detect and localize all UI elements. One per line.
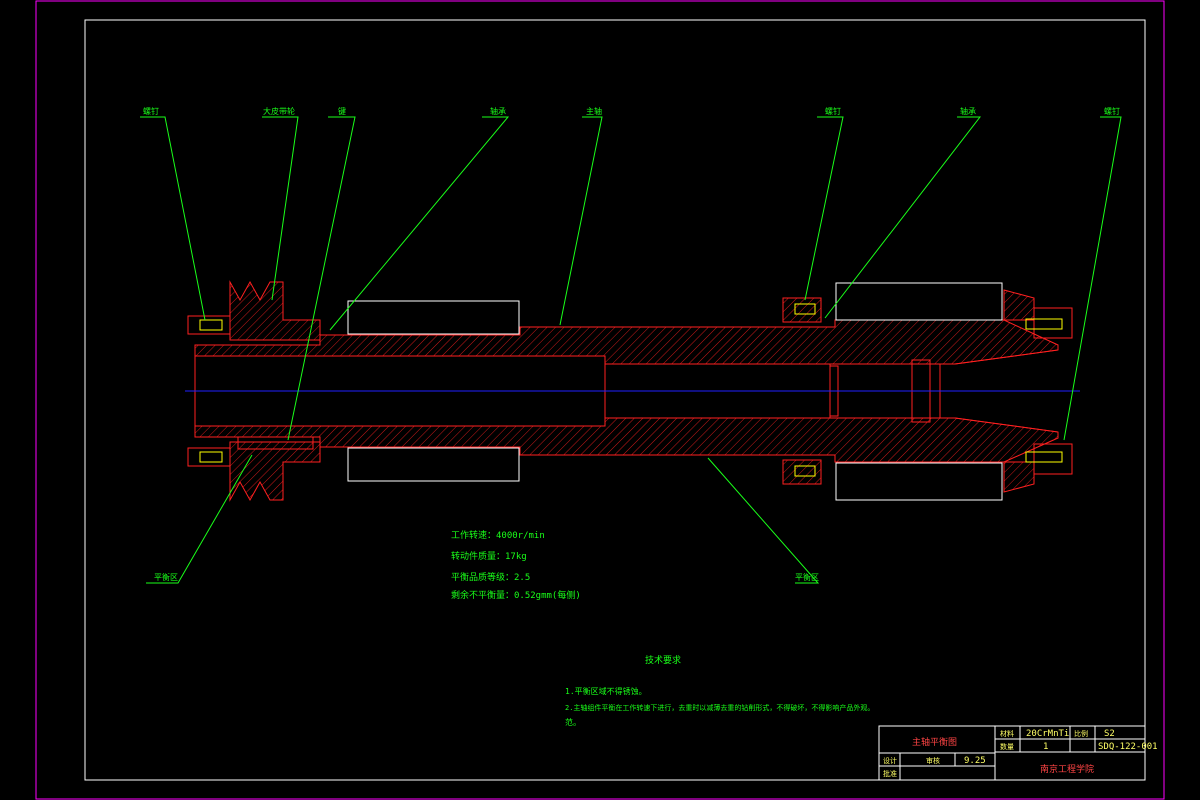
tb-scale: S2 xyxy=(1104,729,1115,739)
tb-qty-label: 数量 xyxy=(1000,742,1014,751)
tb-scale-label: 比例 xyxy=(1074,729,1088,738)
callout-sleeve: 大皮带轮 xyxy=(263,106,295,116)
spec-line-4: 剩余不平衡量：0.52gmm(每侧) xyxy=(451,589,581,601)
inner-frame xyxy=(84,19,1146,781)
spindle-assembly xyxy=(185,280,1080,502)
tb-approve-label: 批准 xyxy=(883,769,897,778)
tb-material-label: 材料 xyxy=(1000,729,1014,738)
bearing-right-upper xyxy=(835,282,1003,321)
callout-balance-right: 平衡区 xyxy=(795,572,819,582)
bearing-right-lower xyxy=(835,462,1003,501)
screw-left-lower xyxy=(187,447,231,467)
spec-line-2: 转动件质量：17kg xyxy=(451,550,527,562)
callout-screw-top-right: 螺钉 xyxy=(825,106,841,116)
callout-key: 键 xyxy=(338,106,346,116)
pulley-upper xyxy=(229,280,321,341)
callout-screw-top-left: 螺钉 xyxy=(143,106,159,116)
requirements-item-1: 1.平衡区域不得锈蚀。 xyxy=(565,686,647,696)
tb-drawing-name: 主轴平衡图 xyxy=(912,736,957,748)
nose-bolt-lower xyxy=(1033,443,1073,475)
callout-bearing-right: 轴承 xyxy=(960,106,976,116)
screw-left-upper-head xyxy=(199,319,223,331)
requirements-item-2: 2.主轴组件平衡在工作转速下进行，去重时以减薄去重的钻削形式，不得破坏，不得影响… xyxy=(565,703,874,712)
bearing-left-lower xyxy=(347,447,520,482)
spec-line-3: 平衡品质等级：2.5 xyxy=(451,571,530,583)
callout-nut-right: 螺钉 xyxy=(1104,106,1120,116)
tb-designer-label: 设计 xyxy=(883,756,897,765)
requirements-title: 技术要求 xyxy=(645,654,681,666)
spindle-lower-wall xyxy=(194,417,1059,463)
callout-spindle: 主轴 xyxy=(586,106,602,116)
screw-left-upper xyxy=(187,315,231,335)
nose-bolt-upper xyxy=(1033,307,1073,339)
spec-line-1: 工作转速：4000r/min xyxy=(451,529,545,541)
tb-qty: 1 xyxy=(1043,742,1048,752)
outer-border xyxy=(35,0,1165,800)
nose-upper xyxy=(1003,289,1035,321)
nose-bolt-lower-core xyxy=(1025,451,1063,463)
screw-left-lower-head xyxy=(199,451,223,463)
tb-date: 9.25 xyxy=(964,756,986,766)
spindle-upper-wall xyxy=(194,319,1059,365)
callout-bearing-left: 轴承 xyxy=(490,106,506,116)
tb-school: 南京工程学院 xyxy=(1040,763,1094,775)
pulley-lower xyxy=(229,441,321,502)
callout-balance-left: 平衡区 xyxy=(154,572,178,582)
bearing-left-upper xyxy=(347,300,520,335)
nose-lower xyxy=(1003,461,1035,493)
technical-requirements: 技术要求 1.平衡区域不得锈蚀。 2.主轴组件平衡在工作转速下进行，去重时以减薄… xyxy=(565,654,874,727)
tb-reviewer-label: 审核 xyxy=(926,756,940,765)
requirements-item-2-cont: 范。 xyxy=(565,717,581,727)
tb-material: 20CrMnTi xyxy=(1026,729,1069,739)
cad-drawing: 螺钉 大皮带轮 键 轴承 主轴 螺钉 轴承 螺钉 平衡区 平衡区 工作转速：40… xyxy=(35,0,1165,800)
tb-drawing-no: SDQ-122-001 xyxy=(1098,742,1158,752)
balance-specs: 工作转速：4000r/min 转动件质量：17kg 平衡品质等级：2.5 剩余不… xyxy=(451,529,581,601)
